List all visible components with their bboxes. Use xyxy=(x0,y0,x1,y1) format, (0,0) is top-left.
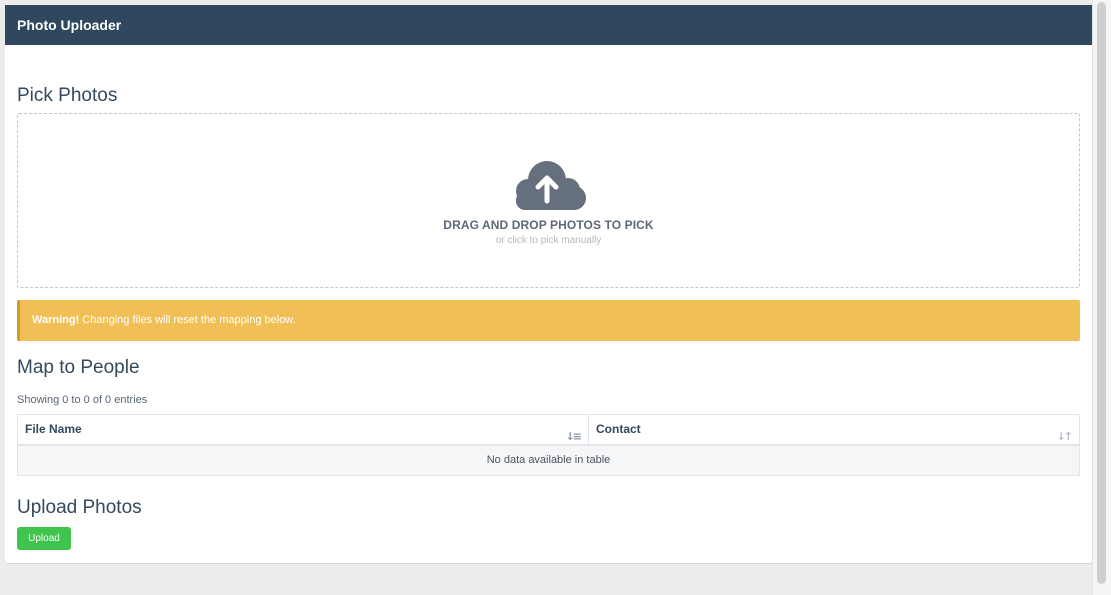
table-info: Showing 0 to 0 of 0 entries xyxy=(17,394,148,406)
warning-strong: Warning! xyxy=(32,314,80,326)
scrollbar-thumb[interactable] xyxy=(1097,2,1106,584)
page-background xyxy=(0,586,1092,595)
mapping-table: File Name ↓≡ Contact ↓↑ No data availabl… xyxy=(17,414,1080,476)
photo-dropzone[interactable]: DRAG AND DROP PHOTOS TO PICK or click to… xyxy=(17,113,1080,288)
column-label-file-name: File Name xyxy=(25,422,82,436)
warning-message: Changing files will reset the mapping be… xyxy=(79,314,296,326)
empty-table-row: No data available in table xyxy=(18,446,1079,475)
map-people-heading: Map to People xyxy=(17,357,140,378)
dropzone-subtitle: or click to pick manually xyxy=(495,235,602,246)
pick-photos-heading: Pick Photos xyxy=(17,85,118,106)
upload-button[interactable]: Upload xyxy=(17,527,71,550)
upload-photos-heading: Upload Photos xyxy=(17,497,142,518)
column-header-contact[interactable]: Contact ↓↑ xyxy=(589,415,1079,444)
sort-ascending-icon: ↓≡ xyxy=(565,430,583,443)
column-header-file-name[interactable]: File Name ↓≡ xyxy=(18,415,589,444)
sort-both-icon: ↓↑ xyxy=(1056,430,1074,443)
page-scrollbar[interactable] xyxy=(1092,0,1111,595)
table-header: File Name ↓≡ Contact ↓↑ xyxy=(18,415,1079,446)
panel-header: Photo Uploader xyxy=(5,5,1092,45)
cloud-upload-icon xyxy=(516,161,586,210)
column-label-contact: Contact xyxy=(596,422,641,436)
photo-uploader-panel: Photo Uploader Pick Photos DRAG AND DROP… xyxy=(5,5,1092,564)
dropzone-title: DRAG AND DROP PHOTOS TO PICK xyxy=(443,218,654,232)
warning-alert: Warning! Changing files will reset the m… xyxy=(17,300,1080,341)
panel-title: Photo Uploader xyxy=(17,17,122,33)
